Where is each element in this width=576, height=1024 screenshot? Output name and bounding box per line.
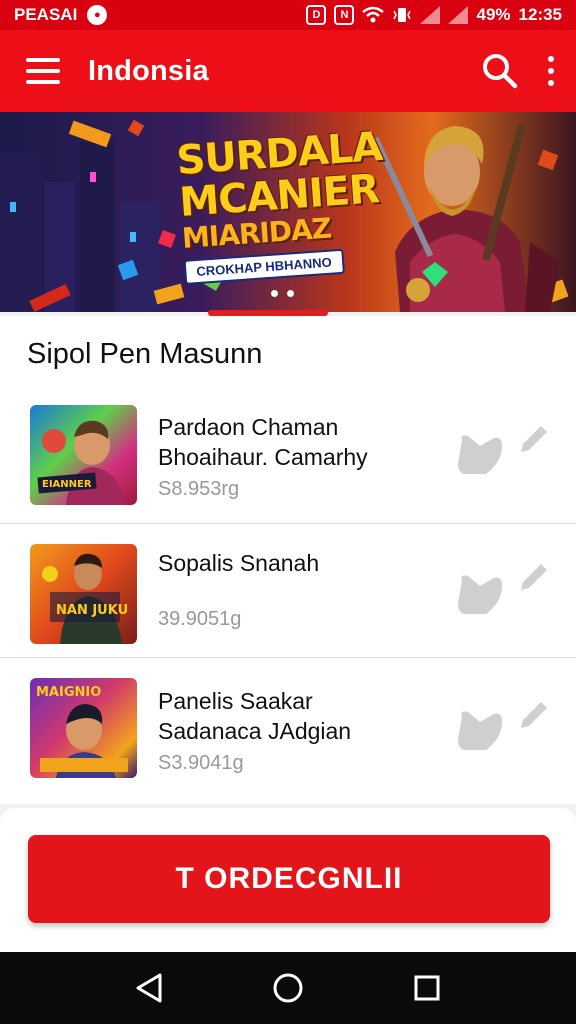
system-navigation-bar: [0, 952, 576, 1024]
clock-label: 12:35: [518, 5, 562, 24]
edit-icon[interactable]: [517, 422, 551, 456]
thumbnail-caption: NAN JUKU: [56, 603, 128, 618]
wifi-icon: [362, 6, 385, 23]
list-item[interactable]: MAIGNIO Panelis Saakar Sadanaca JAdgian …: [0, 658, 576, 800]
notification-icon: ●: [87, 5, 108, 25]
game-thumbnail: MAIGNIO: [30, 678, 137, 778]
game-thumbnail-art: MAIGNIO: [36, 685, 128, 778]
carrier-label: PEASAI: [14, 5, 78, 24]
favorite-icon[interactable]: [456, 708, 504, 752]
more-vertical-icon[interactable]: [546, 56, 556, 86]
signal-icon: [420, 6, 441, 24]
item-price: 39.9051g: [158, 608, 242, 630]
search-icon[interactable]: [480, 51, 520, 91]
bottom-action-panel: T ORDECGNLII: [0, 808, 576, 952]
recents-icon[interactable]: [407, 968, 447, 1008]
list-item-text: Pardaon Chaman Bhoaihaur. Camarhy S8.953…: [158, 412, 368, 501]
app-title: Indonsia: [88, 54, 209, 87]
signal-2-icon: [448, 6, 469, 24]
battery-label: 49%: [476, 5, 511, 24]
edit-icon[interactable]: [517, 698, 551, 732]
carousel-dot[interactable]: [287, 290, 294, 297]
app-bar: Indonsia: [0, 30, 576, 112]
item-name-line1: Panelis Saakar: [158, 688, 313, 714]
vibrate-icon: [393, 8, 412, 22]
list-item-text: Sopalis Snanah 39.9051g: [158, 548, 319, 631]
hamburger-menu-icon[interactable]: [26, 58, 60, 84]
game-thumbnail-art: EIANNER: [37, 420, 126, 505]
home-icon[interactable]: [268, 968, 308, 1008]
carousel-dot[interactable]: [271, 290, 278, 297]
item-name-line1: Sopalis Snanah: [158, 550, 320, 576]
game-thumbnail: EIANNER: [30, 405, 137, 505]
item-name-line2: Sadanaca JAdgian: [158, 718, 352, 744]
banner-headline: SURDALA MCANIER MIARIDAZ CROKHAP HBHANNO: [175, 124, 415, 285]
item-name-line2: Bhoaihaur. Camarhy: [158, 444, 368, 470]
thumbnail-caption: MAIGNIO: [36, 685, 101, 700]
promo-banner[interactable]: SURDALA MCANIER MIARIDAZ CROKHAP HBHANNO: [0, 112, 576, 312]
favorite-icon[interactable]: [456, 432, 504, 476]
edit-icon[interactable]: [517, 560, 551, 594]
section-title: Sipol Pen Masunn: [27, 338, 263, 370]
carousel-indicator: [271, 290, 294, 297]
mail-notification-icon: N: [334, 5, 355, 25]
item-price: S3.9041g: [158, 752, 244, 774]
item-name-line1: Pardaon Chaman: [158, 414, 339, 440]
list-item[interactable]: EIANNER Pardaon Chaman Bhoaihaur. Camarh…: [0, 388, 576, 524]
game-thumbnail-art: NAN JUKU: [42, 553, 128, 644]
favorite-icon[interactable]: [456, 572, 504, 616]
app-notification-icon: D: [306, 5, 327, 25]
game-list-section: Sipol Pen Masunn EIANNER Pardaon Chaman …: [0, 316, 576, 804]
game-thumbnail: NAN JUKU: [30, 544, 137, 644]
order-button[interactable]: T ORDECGNLII: [28, 835, 550, 923]
back-icon[interactable]: [129, 968, 169, 1008]
thumbnail-caption: EIANNER: [42, 479, 92, 490]
item-price: S8.953rg: [158, 478, 240, 500]
status-bar: PEASAI ● D N 49% 12:35: [0, 0, 576, 30]
list-item-text: Panelis Saakar Sadanaca JAdgian S3.9041g: [158, 686, 351, 775]
list-item[interactable]: NAN JUKU Sopalis Snanah 39.9051g: [0, 524, 576, 658]
